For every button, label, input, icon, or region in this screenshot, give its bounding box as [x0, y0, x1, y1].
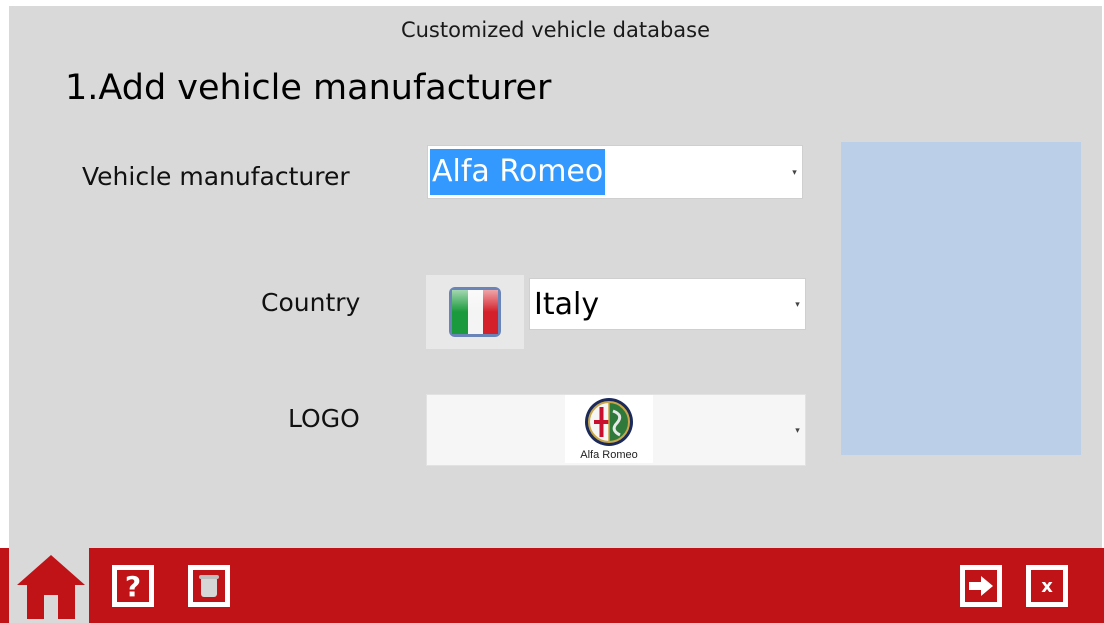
chevron-down-icon[interactable]: ▾	[789, 148, 800, 196]
page-heading: 1.Add vehicle manufacturer	[65, 68, 552, 108]
italy-flag-icon	[449, 287, 501, 337]
help-button[interactable]: ?	[112, 565, 154, 607]
country-value[interactable]: Italy	[534, 279, 599, 329]
delete-button[interactable]	[188, 565, 230, 607]
logo-caption: Alfa Romeo	[580, 449, 638, 461]
next-button[interactable]	[960, 565, 1002, 607]
trash-icon	[199, 575, 219, 597]
home-button[interactable]	[9, 548, 89, 623]
bottom-toolbar	[0, 548, 1104, 623]
manufacturer-label: Vehicle manufacturer	[82, 162, 350, 191]
preview-panel	[841, 142, 1081, 455]
country-flag-button[interactable]	[426, 275, 524, 349]
home-icon	[17, 555, 85, 619]
logo-preview: Alfa Romeo	[565, 395, 653, 463]
country-combobox[interactable]: Italy ▾	[529, 278, 806, 330]
close-button[interactable]: x	[1026, 565, 1068, 607]
help-icon: ?	[125, 571, 141, 601]
chevron-down-icon[interactable]: ▾	[792, 281, 803, 327]
logo-label: LOGO	[288, 404, 360, 433]
manufacturer-combobox[interactable]: Alfa Romeo ▾	[427, 145, 803, 199]
country-label: Country	[261, 288, 361, 317]
window-title: Customized vehicle database	[400, 18, 711, 42]
app-window: Customized vehicle database 1.Add vehicl…	[9, 6, 1102, 623]
chevron-down-icon[interactable]: ▾	[792, 397, 803, 463]
svg-text:?: ?	[125, 571, 141, 601]
arrow-right-icon	[969, 576, 993, 596]
alfa-romeo-logo-icon	[585, 398, 633, 446]
close-icon: x	[1041, 575, 1053, 597]
manufacturer-value[interactable]: Alfa Romeo	[430, 149, 606, 195]
